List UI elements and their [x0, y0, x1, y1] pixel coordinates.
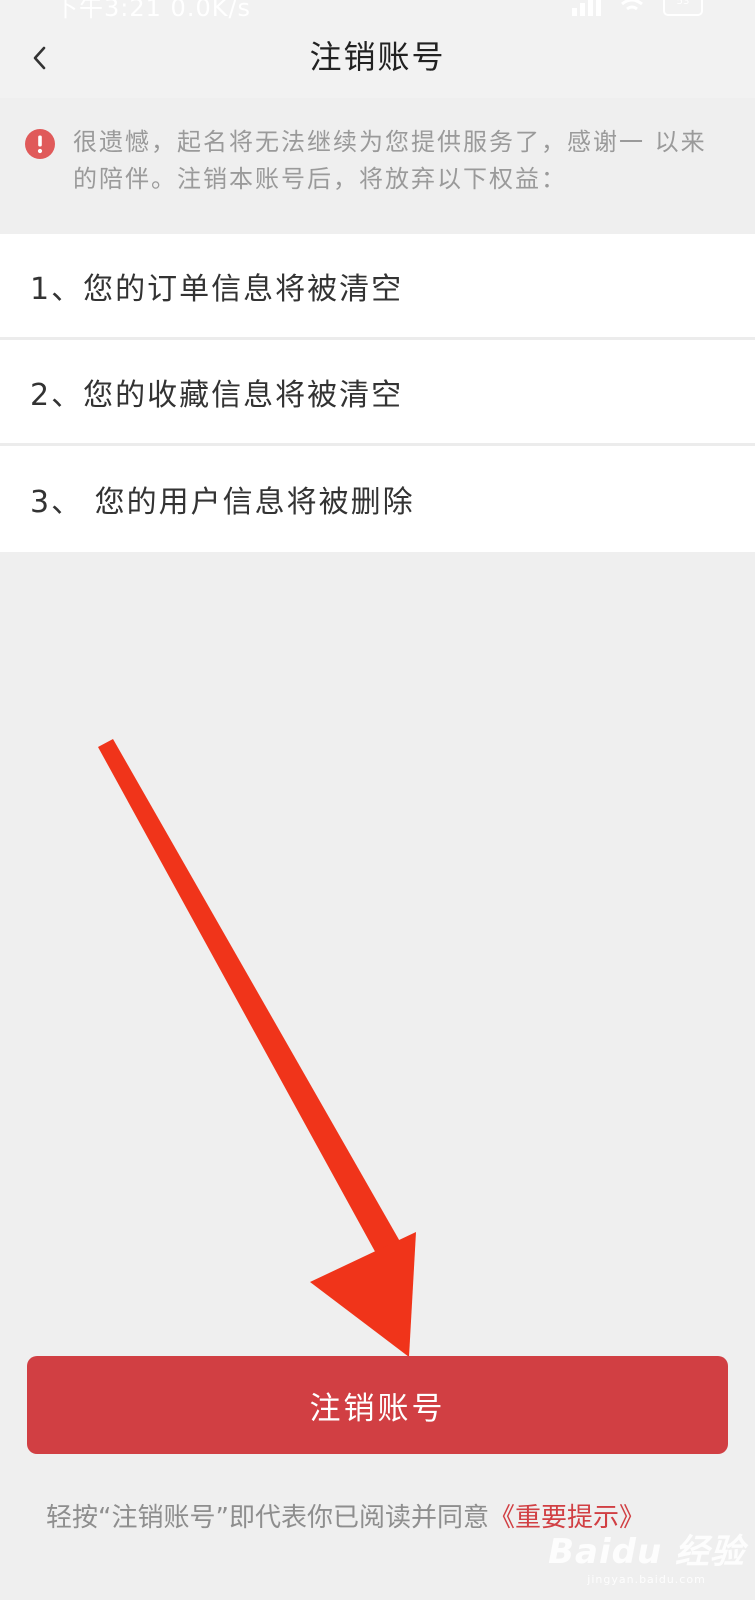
cancel-account-button[interactable]: 注销账号	[27, 1356, 728, 1454]
watermark-logo: Baidu 经验	[548, 1532, 745, 1572]
status-time-speed: 下午3:21 0.0K/s	[54, 0, 251, 22]
list-item: 1、您的订单信息将被清空	[0, 234, 755, 340]
rights-list: 1、您的订单信息将被清空 2、您的收藏信息将被清空 3、 您的用户信息将被删除	[0, 234, 755, 552]
battery-level: 53	[676, 0, 690, 7]
rights-item-text: 2、您的收藏信息将被清空	[30, 377, 404, 413]
battery-icon: 53	[663, 0, 703, 16]
signal-icon	[572, 0, 601, 16]
status-time: 下午3:21	[54, 0, 162, 22]
wifi-icon	[617, 0, 647, 11]
warning-icon	[25, 129, 55, 159]
rights-item-text: 3、 您的用户信息将被删除	[30, 485, 415, 520]
cancel-account-button-label: 注销账号	[309, 1390, 446, 1427]
notice-text: 很遗憾，起名将无法继续为您提供服务了，感谢一 以来的陪伴。注销本账号后，将放弃以…	[73, 128, 707, 193]
network-speed: 0.0K/s	[170, 0, 252, 22]
notice-banner: 很遗憾，起名将无法继续为您提供服务了，感谢一 以来的陪伴。注销本账号后，将放弃以…	[0, 98, 755, 234]
header: 注销账号	[0, 22, 755, 98]
status-icons: 53	[572, 0, 703, 16]
list-item: 3、 您的用户信息将被删除	[0, 446, 755, 552]
status-bar: 下午3:21 0.0K/s 53	[0, 0, 755, 22]
watermark-url: jingyan.baidu.com	[587, 1573, 706, 1586]
list-item: 2、您的收藏信息将被清空	[0, 340, 755, 446]
page-title: 注销账号	[309, 38, 446, 76]
rights-item-text: 1、您的订单信息将被清空	[30, 271, 404, 307]
baidu-watermark: Baidu 经验 jingyan.baidu.com	[548, 1524, 745, 1586]
agreement-prefix: 轻按“注销账号”即代表你已阅读并同意	[46, 1503, 489, 1533]
